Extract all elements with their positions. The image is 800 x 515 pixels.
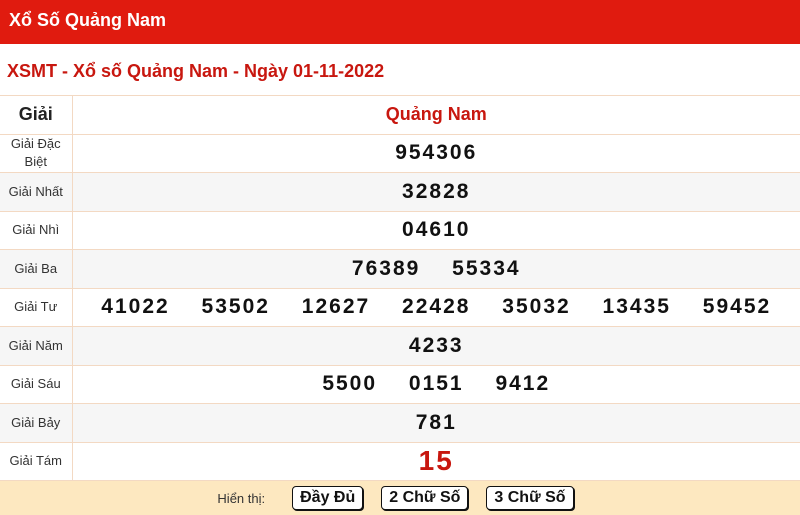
prize-number: 04610 [402,218,471,242]
prize-name: Giải Sáu [0,365,73,404]
prize-number: 12627 [301,295,371,319]
display-options-bar: Hiển thị: Đầy Đủ 2 Chữ Số 3 Chữ Số [0,481,800,515]
table-row: Giải Tư 41022 53502 12627 22428 35032 13… [0,288,800,327]
table-row: Giải Nhì 04610 [0,211,800,250]
prize-number: 15 [418,445,454,477]
prize-number: 0151 [408,372,464,396]
prize-number: 954306 [395,141,478,165]
site-title[interactable]: Xổ Số Quảng Nam [9,10,166,30]
prize-numbers: 15 [72,442,800,481]
table-row: Giải Tám 15 [0,442,800,481]
prize-number: 53502 [201,295,270,319]
prize-numbers: 4233 [72,326,800,366]
prize-number: 41022 [101,295,170,319]
prize-number: 4233 [408,333,464,357]
prize-numbers: 04610 [72,211,800,250]
prize-name: Giải Nhì [0,211,73,250]
prize-number: 13435 [602,295,671,319]
full-display-button[interactable]: Đầy Đủ [292,486,364,510]
table-row: Giải Nhất 32828 [0,172,800,212]
prize-numbers: 76389 55334 [72,249,800,289]
prize-name: Giải Năm [0,326,73,366]
prize-column-header: Giải [0,96,73,135]
page-title: XSMT - Xổ số Quảng Nam - Ngày 01-11-2022 [0,46,800,96]
prize-number: 35032 [502,295,571,319]
prize-name: Giải Tám [0,442,73,481]
province-column-header[interactable]: Quảng Nam [72,96,800,135]
results-table: Giải Quảng Nam Giải Đặc Biệt 954306 Giải… [0,96,800,481]
display-label: Hiển thị: [217,490,266,506]
table-row: Giải Đặc Biệt 954306 [0,134,800,173]
prize-name: Giải Đặc Biệt [0,134,73,173]
prize-numbers: 781 [72,403,800,443]
prize-name: Giải Ba [0,249,73,289]
prize-number: 76389 [351,256,421,280]
prize-number: 9412 [495,372,551,396]
table-header-row: Giải Quảng Nam [0,96,800,135]
prize-numbers: 5500 0151 9412 [72,365,800,404]
prize-name: Giải Tư [0,288,73,327]
three-digit-button[interactable]: 3 Chữ Số [486,486,574,510]
prize-number: 59452 [702,295,772,319]
prize-number: 781 [415,410,457,434]
prize-numbers: 954306 [72,134,800,173]
table-row: Giải Bảy 781 [0,403,800,443]
site-header: Xổ Số Quảng Nam [0,0,800,44]
table-row: Giải Năm 4233 [0,326,800,366]
prize-number: 32828 [402,179,471,203]
prize-number: 5500 [322,372,378,396]
two-digit-button[interactable]: 2 Chữ Số [381,486,469,510]
results-body: Giải Đặc Biệt 954306 Giải Nhất 32828 Giả… [0,134,800,481]
table-row: Giải Sáu 5500 0151 9412 [0,365,800,404]
prize-numbers: 41022 53502 12627 22428 35032 13435 5945… [72,288,800,327]
prize-numbers: 32828 [72,172,800,212]
prize-name: Giải Bảy [0,403,73,443]
prize-name: Giải Nhất [0,172,73,212]
prize-number: 55334 [452,256,521,280]
prize-number: 22428 [402,295,471,319]
table-row: Giải Ba 76389 55334 [0,249,800,289]
